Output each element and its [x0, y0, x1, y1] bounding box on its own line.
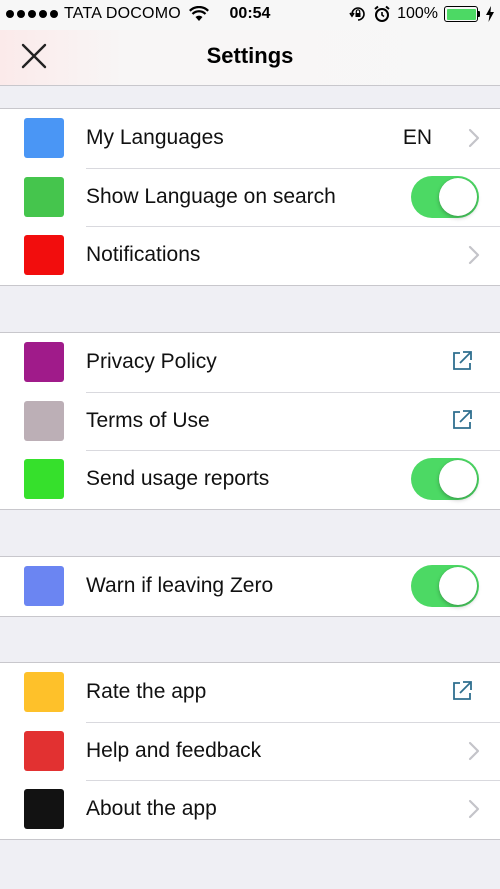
chevron-right-icon	[468, 741, 480, 760]
color-swatch-icon	[24, 400, 64, 441]
color-swatch-icon	[24, 118, 64, 158]
settings-row-send-usage-reports[interactable]: Send usage reports	[0, 450, 500, 509]
settings-row-label: My Languages	[86, 126, 224, 149]
color-swatch-icon	[24, 789, 64, 829]
settings-row-help-and-feedback[interactable]: Help and feedback	[0, 721, 500, 781]
color-swatch-icon	[24, 672, 64, 712]
orientation-lock-icon	[349, 7, 365, 21]
toggle-knob	[439, 177, 477, 216]
settings-row-my-languages[interactable]: My Languages EN	[0, 109, 500, 168]
toggle-switch[interactable]	[411, 175, 479, 218]
settings-group: Privacy Policy Terms of Use Send usage rep…	[0, 332, 500, 510]
settings-row-value: EN	[402, 126, 432, 149]
settings-row-rate-the-app[interactable]: Rate the app	[0, 663, 500, 722]
status-right: 100%	[349, 5, 494, 23]
chevron-right-icon	[468, 245, 480, 265]
settings-row-about-the-app[interactable]: About the app	[0, 780, 500, 839]
settings-row-label: Send usage reports	[86, 467, 270, 490]
toggle-switch[interactable]	[411, 458, 479, 500]
chevron-right-icon	[468, 799, 480, 819]
settings-row-label: Warn if leaving Zero	[86, 574, 274, 597]
color-swatch-icon	[24, 342, 64, 382]
settings-group: Warn if leaving Zero	[0, 556, 500, 617]
toggle-switch[interactable]	[411, 565, 479, 607]
settings-row-label: Show Language on search	[86, 184, 336, 208]
navigation-bar: Settings	[0, 30, 500, 86]
settings-row-show-language-on-search[interactable]: Show Language on search	[0, 167, 500, 227]
color-swatch-icon	[24, 459, 64, 499]
battery-percent: 100%	[397, 5, 438, 22]
color-swatch-icon	[24, 730, 64, 771]
status-bar: TATA DOCOMO 00:54 100%	[0, 0, 500, 30]
charging-bolt-icon	[486, 6, 494, 22]
external-link-icon[interactable]	[451, 409, 473, 431]
settings-row-label: Notifications	[86, 243, 201, 266]
toggle-knob	[439, 460, 477, 498]
settings-row-notifications[interactable]: Notifications	[0, 226, 500, 285]
battery-icon	[444, 6, 480, 22]
settings-row-label: Rate the app	[86, 680, 207, 703]
settings-row-label: About the app	[86, 797, 217, 820]
external-link-icon[interactable]	[451, 680, 473, 702]
settings-group: My Languages EN Show Language on search Not…	[0, 108, 500, 286]
color-swatch-icon	[24, 566, 64, 606]
settings-row-terms-of-use[interactable]: Terms of Use	[0, 391, 500, 451]
alarm-icon	[374, 5, 390, 22]
settings-row-label: Privacy Policy	[86, 350, 217, 373]
settings-row-label: Terms of Use	[86, 408, 210, 432]
settings-row-label: Help and feedback	[86, 738, 262, 762]
color-swatch-icon	[24, 176, 64, 217]
external-link-icon[interactable]	[451, 350, 473, 372]
page-title: Settings	[206, 43, 294, 68]
settings-row-warn-if-leaving-zero[interactable]: Warn if leaving Zero	[0, 557, 500, 616]
settings-group: Rate the app Help and feedback About the a…	[0, 662, 500, 840]
chevron-right-icon	[468, 128, 480, 148]
toggle-knob	[439, 567, 477, 605]
settings-row-privacy-policy[interactable]: Privacy Policy	[0, 333, 500, 392]
color-swatch-icon	[24, 235, 64, 275]
